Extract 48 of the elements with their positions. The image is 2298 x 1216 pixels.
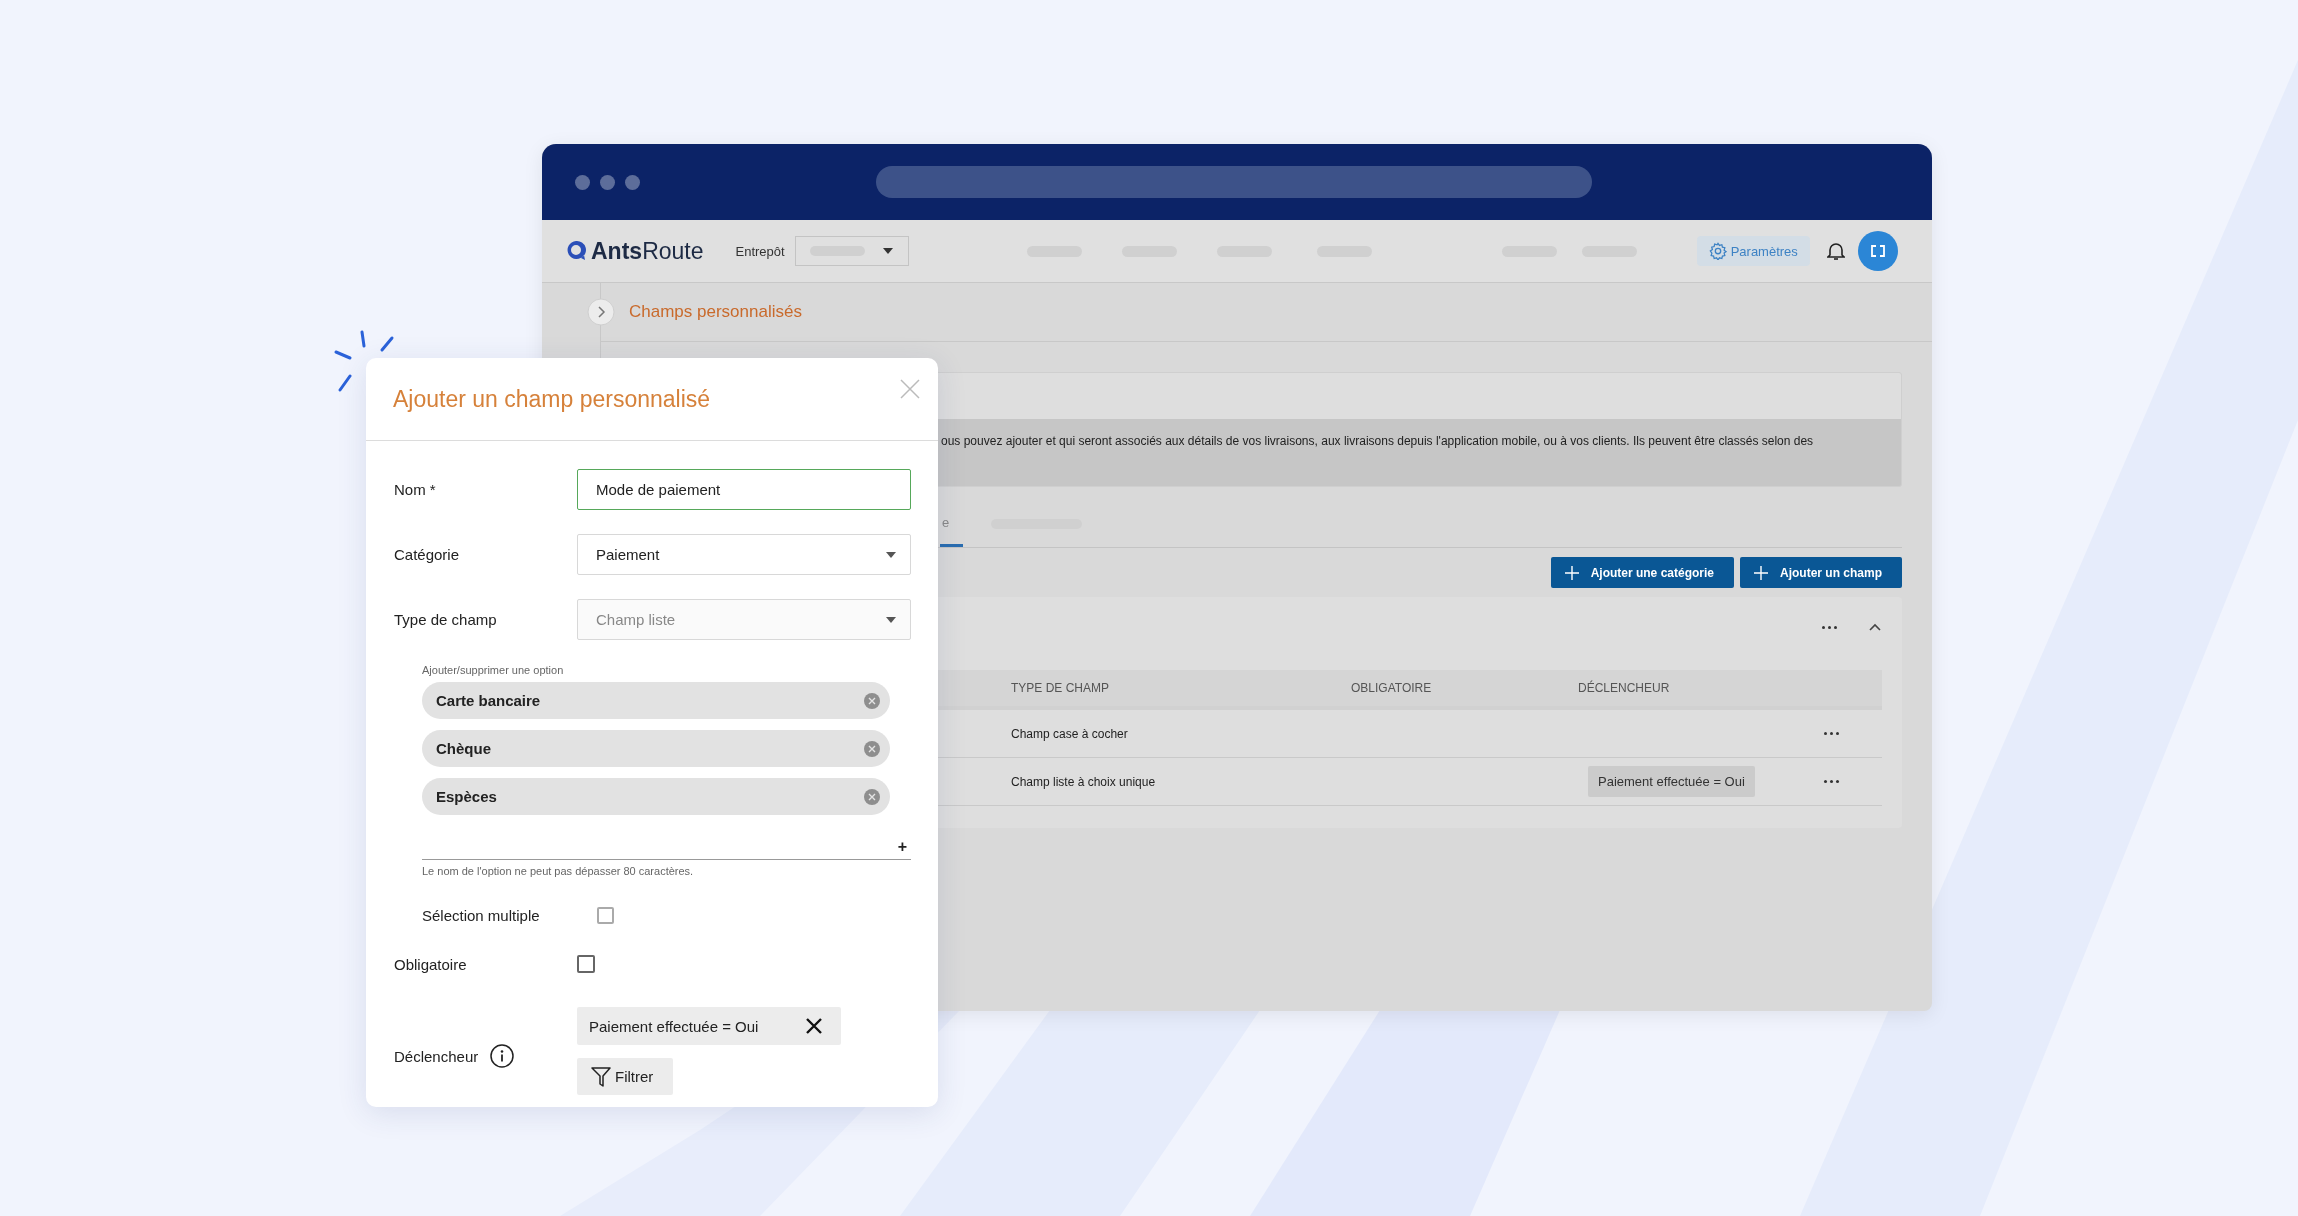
filter-icon xyxy=(591,1065,611,1088)
logo-icon xyxy=(565,239,587,263)
caret-icon xyxy=(886,616,896,623)
window-dot xyxy=(600,174,615,190)
page-title: Champs personnalisés xyxy=(629,302,802,322)
dialog-title: Ajouter un champ personnalisé xyxy=(393,385,711,413)
column-header: OBLIGATOIRE xyxy=(1351,681,1433,695)
caret-icon xyxy=(886,551,896,558)
add-button[interactable]: Ajouter une catégorie xyxy=(1550,557,1734,588)
add-option-button[interactable]: + xyxy=(897,838,911,856)
options-label: Ajouter/supprimer une option xyxy=(422,664,565,676)
gear-icon xyxy=(1708,242,1727,260)
field-label: Catégorie xyxy=(394,546,461,563)
hint-text: Le nom de l'option ne peut pas dépasser 80 caractères. xyxy=(422,865,695,877)
field-label: Déclencheur xyxy=(394,1047,479,1065)
warehouse-label: Entrepôt xyxy=(735,243,785,259)
logo-text: AntsRoute xyxy=(591,237,704,265)
trigger-tag: Paiement effectuée = Oui xyxy=(577,1007,841,1045)
checkbox-label: Sélection multiple xyxy=(422,907,541,924)
trigger-tag: Paiement effectuée = Oui xyxy=(1588,766,1755,797)
select-field[interactable]: Paiement xyxy=(577,534,911,575)
column-header: DÉCLENCHEUR xyxy=(1578,681,1671,695)
collapse-icon[interactable] xyxy=(1869,623,1881,631)
filter-button[interactable]: Filtrer xyxy=(577,1058,673,1095)
remove-icon[interactable] xyxy=(805,1017,823,1035)
window-dot xyxy=(575,174,590,190)
caret-icon[interactable] xyxy=(882,248,893,254)
checkbox[interactable] xyxy=(597,907,614,924)
plus-icon xyxy=(1564,565,1579,580)
option-chip: Carte bancaire xyxy=(422,682,890,719)
option-chip: Espèces xyxy=(422,778,890,815)
info-text: ous pouvez ajouter et qui seront associés aux détails de vos livraisons, aux livraisons depuis l'application mobile, ou à vos clients. Ils peuvent être classés selon des xyxy=(941,434,1814,448)
field-label: Nom * xyxy=(394,481,437,498)
bell-icon[interactable] xyxy=(1826,241,1845,261)
option-chip: Chèque xyxy=(422,730,890,767)
checkbox-label: Obligatoire xyxy=(394,955,468,973)
plus-icon xyxy=(1754,565,1768,580)
logout-icon[interactable] xyxy=(1857,231,1898,271)
add-button[interactable]: Ajouter un champ xyxy=(1740,557,1902,588)
checkbox[interactable] xyxy=(577,955,595,973)
info-icon[interactable] xyxy=(490,1044,515,1068)
table-cell-text: Champ case à cocher xyxy=(1011,726,1129,741)
window-dot xyxy=(625,174,640,190)
field-label: Type de champ xyxy=(394,611,498,628)
column-header: TYPE DE CHAMP xyxy=(1011,681,1110,695)
input-field[interactable]: Mode de paiement xyxy=(577,469,911,510)
add-option-field[interactable]: + xyxy=(422,835,911,860)
table-cell-text: Champ liste à choix unique xyxy=(1011,774,1157,789)
